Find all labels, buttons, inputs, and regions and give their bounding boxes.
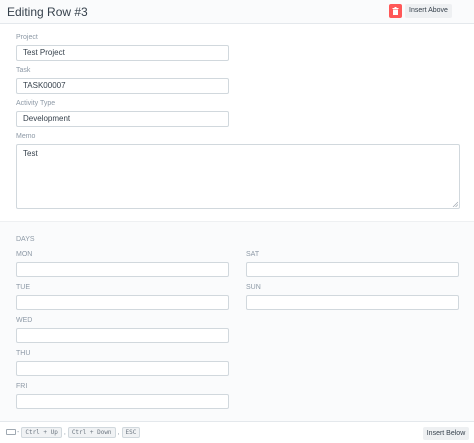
row-editor-header: Editing Row #3 Insert Above: [0, 0, 474, 24]
memo-text: Test: [23, 149, 38, 158]
footer-bar: - Ctrl + Up , Ctrl + Down , ESC Insert B…: [0, 421, 474, 443]
insert-below-button[interactable]: Insert Below: [423, 427, 469, 440]
resize-grip-icon[interactable]: [452, 201, 458, 207]
mon-label: MON: [16, 251, 33, 258]
fri-label: FRI: [16, 383, 28, 390]
sun-label: SUN: [246, 284, 261, 291]
insert-above-button[interactable]: Insert Above: [405, 4, 452, 18]
wed-label: WED: [16, 317, 33, 324]
wed-input[interactable]: [16, 328, 229, 343]
keyboard-icon: [6, 429, 16, 435]
project-field[interactable]: Test Project: [16, 45, 229, 61]
memo-textarea[interactable]: Test: [16, 144, 460, 209]
days-section: DAYS MON SAT TUE SUN WED THU FRI: [0, 221, 474, 421]
sun-input[interactable]: [246, 295, 459, 310]
mon-input[interactable]: [16, 262, 229, 277]
task-field[interactable]: TASK00007: [16, 78, 229, 94]
tue-label: TUE: [16, 284, 30, 291]
shortcut-ctrl-up: Ctrl + Up: [21, 427, 62, 438]
shortcut-separator: ,: [63, 429, 66, 436]
sat-input[interactable]: [246, 262, 459, 277]
task-label: Task: [16, 67, 31, 74]
thu-input[interactable]: [16, 361, 229, 376]
keyboard-shortcuts: - Ctrl + Up , Ctrl + Down , ESC: [17, 427, 141, 438]
shortcut-separator: ,: [117, 429, 120, 436]
fri-input[interactable]: [16, 394, 229, 409]
memo-label: Memo: [16, 133, 36, 140]
tue-input[interactable]: [16, 295, 229, 310]
page-title: Editing Row #3: [7, 5, 88, 19]
thu-label: THU: [16, 350, 31, 357]
sat-label: SAT: [246, 251, 260, 258]
activity-type-field[interactable]: Development: [16, 111, 229, 127]
shortcut-dash: -: [17, 429, 20, 436]
activity-type-label: Activity Type: [16, 100, 56, 107]
days-section-label: DAYS: [16, 236, 35, 243]
shortcut-esc: ESC: [121, 427, 141, 438]
shortcut-ctrl-down: Ctrl + Down: [67, 427, 116, 438]
delete-row-button[interactable]: [389, 4, 402, 18]
trash-icon: [392, 7, 399, 15]
project-label: Project: [16, 34, 38, 41]
